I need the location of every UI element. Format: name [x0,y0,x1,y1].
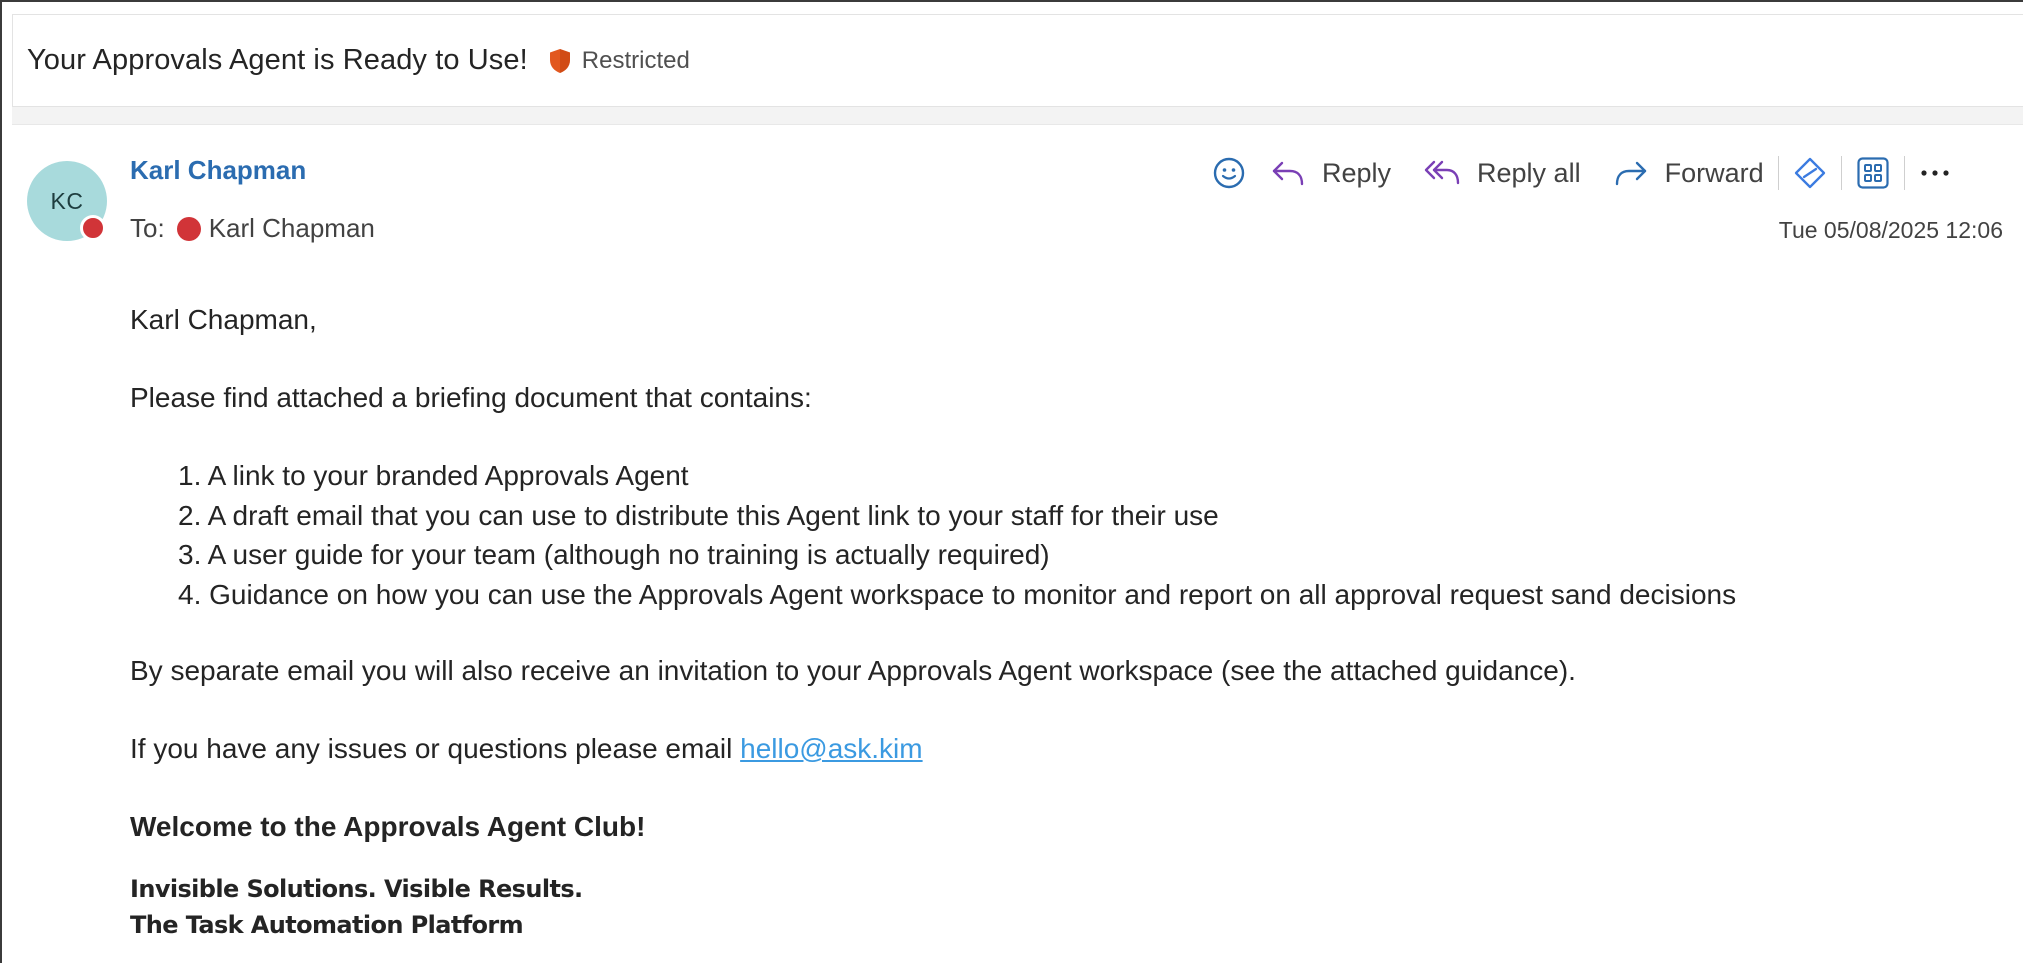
message-body: Karl Chapman, Please find attached a bri… [130,300,2010,943]
loop-button[interactable] [1793,149,1827,197]
shield-icon[interactable] [548,48,572,74]
apps-grid-icon [1856,156,1890,190]
support-email-link[interactable]: hello@ask.kim [740,733,922,764]
list-item: 1. A link to your branded Approvals Agen… [178,460,689,491]
email-subject: Your Approvals Agent is Ready to Use! [27,44,528,76]
message-pane: KC Karl Chapman To: Karl Chapman Reply R… [12,125,2023,963]
issues-text: If you have any issues or questions plea… [130,729,2010,769]
intro-text: Please find attached a briefing document… [130,382,812,413]
issues-prefix: If you have any issues or questions plea… [130,733,741,764]
avatar-initials: KC [50,187,84,214]
reply-button[interactable]: Reply [1270,149,1391,197]
sent-timestamp: Tue 05/08/2025 12:06 [1778,217,2003,243]
signature-tagline: Invisible Solutions. Visible Results. [130,875,583,903]
forward-label: Forward [1664,157,1764,188]
separate-email-text: By separate email you will also receive … [130,655,1576,686]
recipient-name[interactable]: Karl Chapman [209,213,375,244]
sensitivity-label[interactable]: Restricted [582,47,690,75]
smiley-icon [1212,156,1246,190]
list-item: 4. Guidance on how you can use the Appro… [178,578,1737,610]
header-divider [12,107,2023,125]
react-button[interactable] [1212,149,1246,197]
to-label: To: [130,213,165,243]
forward-icon [1613,158,1649,188]
reply-label: Reply [1322,157,1392,188]
toolbar-divider [1840,156,1842,190]
greeting-text: Karl Chapman, [130,304,317,335]
message-actions-toolbar: Reply Reply all Forward [1212,149,1951,197]
presence-status-badge [80,215,106,241]
reply-all-label: Reply all [1477,157,1581,188]
more-ellipsis-icon [1919,168,1951,178]
attachment-contents-list: 1. A link to your branded Approvals Agen… [130,456,2010,614]
forward-button[interactable]: Forward [1613,149,1764,197]
reply-all-icon [1423,158,1461,188]
recipient-line: To: Karl Chapman [130,213,375,244]
more-actions-button[interactable] [1919,149,1951,197]
sender-name[interactable]: Karl Chapman [130,155,306,186]
signature-platform: The Task Automation Platform [130,911,524,939]
apps-button[interactable] [1856,149,1890,197]
reply-all-button[interactable]: Reply all [1423,149,1581,197]
welcome-text: Welcome to the Approvals Agent Club! [130,811,646,842]
list-item: 2. A draft email that you can use to dis… [178,499,1219,531]
reply-icon [1270,158,1306,188]
list-item: 3. A user guide for your team (although … [178,539,1050,570]
subject-bar: Your Approvals Agent is Ready to Use! Re… [12,14,2023,107]
toolbar-divider [1903,156,1905,190]
recipient-presence-icon [176,216,201,241]
toolbar-divider [1777,156,1779,190]
diamond-link-icon [1793,156,1827,190]
